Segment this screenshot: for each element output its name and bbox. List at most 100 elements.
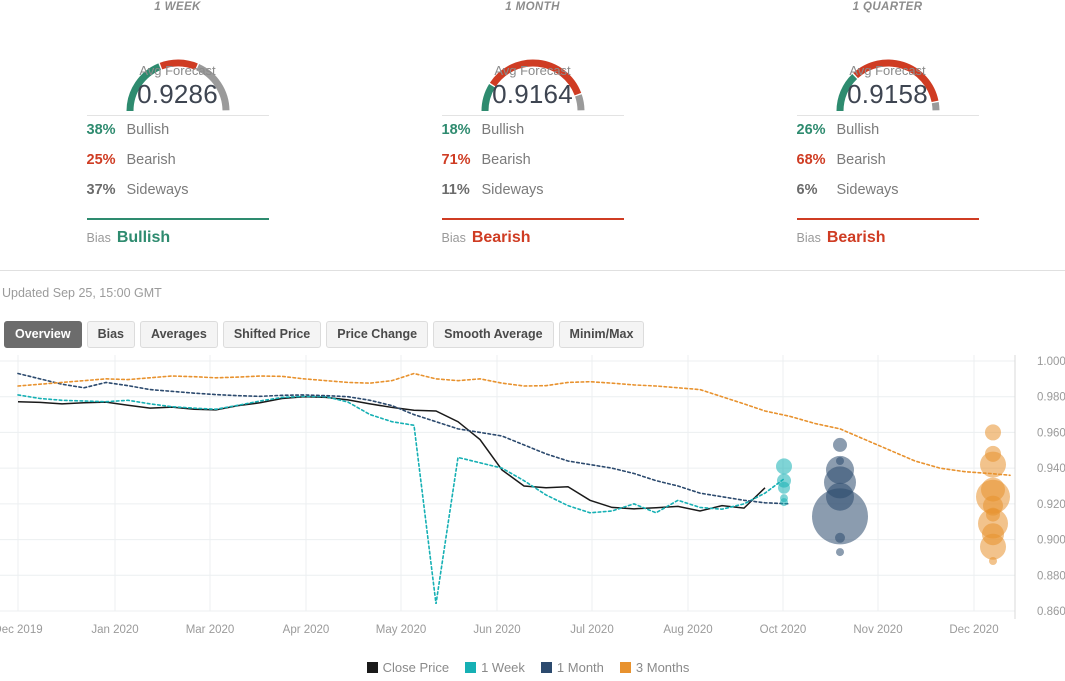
y-tick-label: 0.9400 [1037, 463, 1065, 475]
bubble-1-week[interactable] [778, 481, 790, 494]
bullish-label: Bullish [836, 122, 880, 138]
x-tick-label: Jun 2020 [473, 624, 520, 636]
y-tick-label: 0.9000 [1037, 535, 1065, 547]
y-tick-label: 1.0000 [1037, 356, 1065, 368]
chart-axis-labels: Dec 2019 Jan 2020 Mar 2020 Apr 2020 May 2020… [0, 624, 999, 636]
legend-item-3-months[interactable]: 3 Months [619, 660, 690, 675]
sideways-label: Sideways [481, 182, 544, 198]
series-close-price [17, 395, 766, 512]
bias-row: Bias Bullish [87, 220, 269, 247]
tab-smooth-average[interactable]: Smooth Average [433, 320, 554, 348]
bias-label: Bias [796, 231, 821, 245]
chart-svg: 1.0000 0.9800 0.9600 0.9400 0.9200 0.9000 0.88… [0, 355, 1065, 636]
panel-title: 1 MONTH [505, 1, 560, 13]
bullish-label: Bullish [126, 122, 170, 138]
bullish-pct: 26% [796, 122, 826, 138]
bubble-1-month[interactable] [835, 532, 845, 543]
panel-title: 1 WEEK [154, 1, 201, 13]
stat-row-bullish: 26% Bullish [797, 122, 979, 152]
stat-row-sideways: 6% Sideways [797, 182, 979, 212]
forecast-panel-1-month: 1 MONTH Avg Forecast 0.9164 18% Bullish … [355, 0, 710, 270]
series-1-month [17, 372, 791, 505]
x-tick-label: May 2020 [376, 624, 427, 636]
legend-label: 1 Month [556, 660, 604, 675]
legend-swatch [540, 662, 552, 673]
x-tick-label: Jul 2020 [570, 624, 613, 636]
bullish-pct: 18% [441, 122, 471, 138]
bubble-1-week[interactable] [780, 498, 788, 507]
x-tick-label: Oct 2020 [760, 624, 807, 636]
bubble-1-month[interactable] [833, 437, 847, 452]
gauge-1-quarter: Avg Forecast 0.9158 [710, 15, 1065, 115]
bearish-pct: 68% [796, 152, 826, 168]
tab-price-change[interactable]: Price Change [326, 320, 429, 348]
stats-list: 26% Bullish 68% Bearish 6% Sideways [796, 115, 979, 212]
tab-averages[interactable]: Averages [140, 320, 218, 348]
bubble-3-months[interactable] [985, 424, 1001, 441]
x-tick-label: Mar 2020 [186, 624, 235, 636]
y-tick-label: 0.9600 [1037, 427, 1065, 439]
bubble-3-months[interactable] [980, 533, 1006, 560]
bubble-3-months[interactable] [980, 451, 1006, 478]
bias-row: Bias Bearish [797, 220, 979, 247]
bullish-pct: 38% [86, 122, 116, 138]
sideways-pct: 11% [441, 182, 470, 198]
tab-bias[interactable]: Bias [86, 320, 135, 348]
y-tick-label: 0.8800 [1037, 570, 1065, 582]
x-tick-label: Nov 2020 [853, 624, 902, 636]
y-tick-label: 0.9200 [1037, 499, 1065, 511]
chart-tab-bar: Overview Bias Averages Shifted Price Price C… [0, 315, 1065, 353]
gauge-svg [126, 59, 229, 112]
legend-item-1-week[interactable]: 1 Week [465, 660, 525, 675]
chart-bubbles [776, 424, 1010, 565]
bubble-1-week[interactable] [776, 458, 792, 475]
x-tick-label: Dec 2020 [949, 624, 998, 636]
bias-label: Bias [441, 231, 466, 245]
forecast-chart: 1.0000 0.9800 0.9600 0.9400 0.9200 0.9000 0.88… [0, 353, 1065, 658]
updated-bar: Updated Sep 25, 15:00 GMT [0, 270, 1065, 315]
x-tick-label: Dec 2019 [0, 624, 43, 636]
bias-value: Bearish [826, 229, 886, 246]
stat-row-bearish: 71% Bearish [442, 152, 624, 182]
y-tick-label: 0.9800 [1037, 392, 1065, 404]
bubble-1-month[interactable] [836, 548, 844, 557]
updated-timestamp: Updated Sep 25, 15:00 GMT [2, 286, 162, 300]
sideways-label: Sideways [836, 182, 899, 198]
legend-item-1-month[interactable]: 1 Month [540, 660, 604, 675]
legend-label: 3 Months [635, 660, 690, 675]
gauge-svg [481, 59, 584, 112]
forecast-panel-1-quarter: 1 QUARTER Avg Forecast 0.9158 26% Bullis… [710, 0, 1065, 270]
forecast-panels: 1 WEEK Avg Forecast 0.9286 38% Bullish 2… [0, 0, 1065, 270]
stat-row-bullish: 18% Bullish [442, 122, 624, 152]
tab-shifted-price[interactable]: Shifted Price [222, 320, 322, 348]
stats-list: 18% Bullish 71% Bearish 11% Sideways [441, 115, 624, 212]
legend-label: Close Price [382, 660, 450, 675]
legend-swatch [366, 662, 378, 673]
tab-minim-max[interactable]: Minim/Max [558, 320, 645, 348]
bias-row: Bias Bearish [442, 220, 624, 247]
stat-row-bearish: 68% Bearish [797, 152, 979, 182]
legend-label: 1 Week [481, 660, 525, 675]
bearish-label: Bearish [836, 152, 886, 168]
stats-list: 38% Bullish 25% Bearish 37% Sideways [86, 115, 269, 212]
legend-item-close-price[interactable]: Close Price [366, 660, 450, 675]
y-tick-label: 0.8600 [1037, 606, 1065, 618]
legend-swatch [465, 662, 477, 673]
sideways-label: Sideways [126, 182, 189, 198]
sideways-pct: 37% [86, 182, 116, 198]
stat-row-bullish: 38% Bullish [87, 122, 269, 152]
tab-overview[interactable]: Overview [4, 320, 82, 348]
bubble-3-months[interactable] [989, 557, 997, 565]
x-tick-label: Aug 2020 [663, 624, 712, 636]
bearish-label: Bearish [481, 152, 531, 168]
bias-label: Bias [86, 231, 111, 245]
bearish-pct: 25% [86, 152, 116, 168]
sideways-pct: 6% [796, 182, 818, 198]
forecast-panel-1-week: 1 WEEK Avg Forecast 0.9286 38% Bullish 2… [0, 0, 355, 270]
x-tick-label: Apr 2020 [283, 624, 330, 636]
gauge-svg [836, 59, 939, 112]
chart-legend: Close Price 1 Week 1 Month 3 Months [0, 658, 1065, 677]
bearish-pct: 71% [441, 152, 471, 168]
series-3-months [17, 372, 1011, 477]
stat-row-bearish: 25% Bearish [87, 152, 269, 182]
